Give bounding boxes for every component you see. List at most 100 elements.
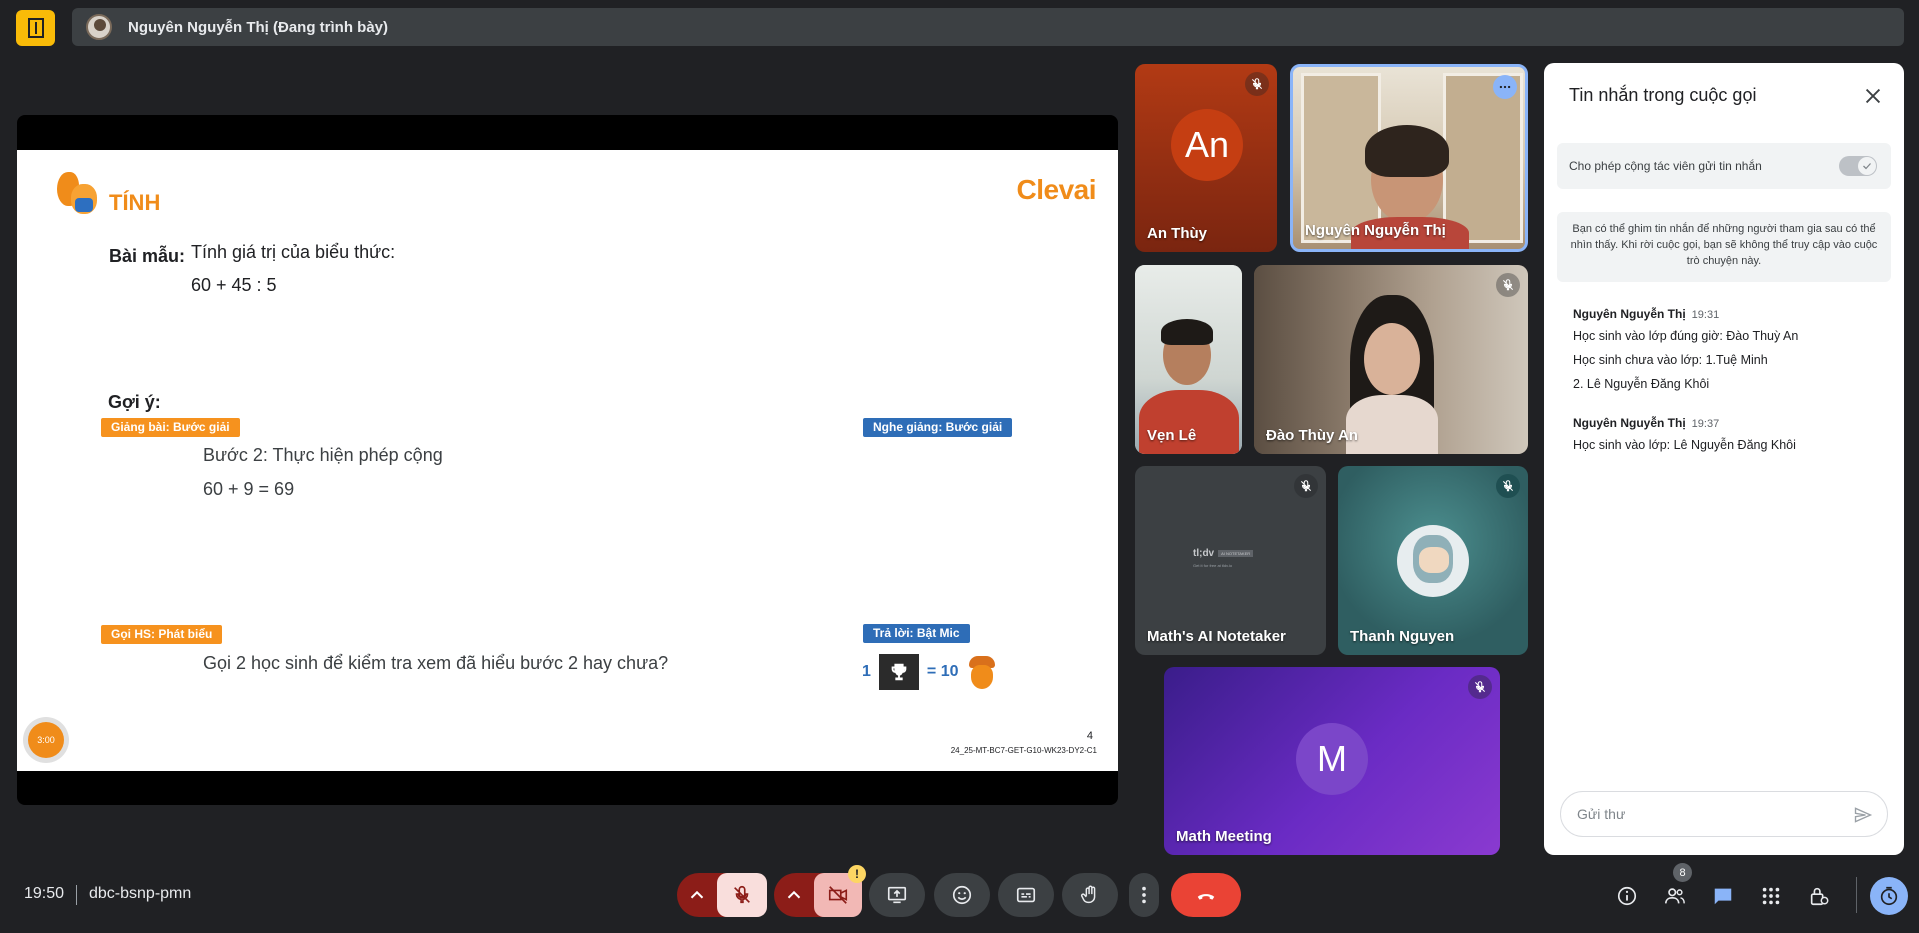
avatar: An <box>1171 109 1243 181</box>
reward-count: 1 <box>862 663 871 680</box>
trophy-icon <box>878 654 919 690</box>
tag-listen: Nghe giảng: Bước giải <box>863 418 1013 437</box>
more-options-icon[interactable] <box>1493 75 1517 99</box>
camera-options-chevron-icon[interactable] <box>774 873 814 917</box>
raise-hand-button[interactable] <box>1062 873 1118 917</box>
participant-tile-thanh-nguyen[interactable]: Thanh Nguyen <box>1338 466 1528 655</box>
check-icon <box>1858 157 1876 175</box>
sample-label: Bài mẫu: <box>109 246 186 266</box>
presenter-name: Nguyên Nguyễn Thị (Đang trình bày) <box>128 18 389 36</box>
message-header: Nguyên Nguyễn Thị 19:31 <box>1573 307 1720 321</box>
sample-text: Tính giá trị của biểu thức: <box>191 242 396 262</box>
close-icon[interactable] <box>1862 85 1884 107</box>
slide-topic: TÍNH <box>109 190 161 215</box>
reactions-button[interactable] <box>934 873 990 917</box>
clevai-logo: Clevai <box>1016 174 1097 205</box>
message-line: Học sinh vào lớp đúng giờ: Đào Thuỳ An <box>1573 329 1799 343</box>
chat-panel: Tin nhắn trong cuộc gọi Cho phép cộng tá… <box>1544 63 1904 855</box>
message-line: Học sinh vào lớp: Lê Nguyễn Đăng Khôi <box>1573 438 1796 452</box>
more-options-button[interactable] <box>1129 873 1159 917</box>
meeting-code: dbc-bsnp-pmn <box>89 885 192 902</box>
clock: 19:50 <box>24 885 65 902</box>
message-line: Học sinh chưa vào lớp: 1.Tuệ Minh <box>1573 353 1768 367</box>
mic-off-icon <box>1468 675 1492 699</box>
timer-icon: 3:00 <box>23 717 69 763</box>
people-count-badge: 8 <box>1673 863 1692 882</box>
slide: TÍNH Clevai Bài mẫu: Tính giá trị của bi… <box>17 150 1118 771</box>
camera-off-icon <box>828 886 848 904</box>
divider <box>1856 877 1857 913</box>
chat-title: Tin nhắn trong cuộc gọi <box>1569 85 1757 105</box>
participant-tile-math-meeting[interactable]: M Math Meeting <box>1164 667 1500 855</box>
squirrel-mascot-icon <box>55 170 103 218</box>
tag-teach: Giảng bài: Bước giải <box>101 418 240 437</box>
message-line: 2. Lê Nguyễn Đăng Khôi <box>1573 377 1710 391</box>
mic-off-icon <box>1294 474 1318 498</box>
participant-name: Đào Thùy An <box>1266 427 1358 444</box>
mic-options-chevron-icon[interactable] <box>677 873 717 917</box>
participant-name: Vẹn Lê <box>1147 427 1197 444</box>
captions-button[interactable] <box>998 873 1054 917</box>
hint-label: Gợi ý: <box>108 392 161 412</box>
participant-tile-an-thuy[interactable]: An An Thùy <box>1135 64 1277 252</box>
allow-messages-label: Cho phép cộng tác viên gửi tin nhắn <box>1569 159 1762 173</box>
participant-name: An Thùy <box>1147 225 1207 242</box>
participant-name: Math Meeting <box>1176 828 1272 845</box>
message-header: Nguyên Nguyễn Thị 19:37 <box>1573 416 1720 430</box>
host-controls-icon[interactable] <box>1806 884 1832 908</box>
mic-group <box>677 873 767 917</box>
leave-call-button[interactable] <box>1171 873 1241 917</box>
mic-off-icon <box>1496 273 1520 297</box>
mic-off-icon <box>734 885 750 904</box>
camera-group: ! <box>774 865 866 917</box>
present-button[interactable] <box>869 873 925 917</box>
tldv-logo: tl;dv AI NOTETAKER <box>1193 548 1254 559</box>
allow-messages-row: Cho phép cộng tác viên gửi tin nhắn <box>1557 143 1891 189</box>
allow-messages-toggle[interactable] <box>1839 156 1877 176</box>
acorn-icon <box>967 654 997 690</box>
present-icon <box>887 886 907 904</box>
sample-expression: 60 + 45 : 5 <box>191 275 277 295</box>
slide-code: 24_25-MT-BC7-GET-G10-WK23-DY2-C1 <box>950 746 1097 755</box>
presenter-avatar <box>86 14 112 40</box>
presenter-bar[interactable]: Nguyên Nguyễn Thị (Đang trình bày) <box>72 8 1904 46</box>
pin-notice: Bạn có thể ghim tin nhắn để những người … <box>1557 212 1891 282</box>
camera-off-button[interactable]: ! <box>814 865 866 917</box>
divider <box>76 885 77 905</box>
tldv-tagline: Get it for free at tldv.io <box>1193 563 1233 568</box>
participant-tile-ai-notetaker[interactable]: tl;dv AI NOTETAKER Get it for free at tl… <box>1135 466 1326 655</box>
meeting-details-icon[interactable] <box>1614 884 1640 908</box>
chat-icon[interactable] <box>1710 884 1736 908</box>
warning-badge: ! <box>848 865 866 883</box>
tag-call-student: Gọi HS: Phát biểu <box>101 625 223 644</box>
participant-tile-nguyen-nguyen-thi[interactable]: Nguyên Nguyễn Thị <box>1290 64 1528 252</box>
avatar <box>1397 525 1469 597</box>
send-icon[interactable] <box>1853 805 1873 825</box>
captions-icon <box>1016 887 1036 903</box>
mic-off-icon <box>1245 72 1269 96</box>
slide-page-number: 4 <box>1086 730 1093 742</box>
step-expression: 60 + 9 = 69 <box>203 479 295 499</box>
mic-off-button[interactable] <box>717 873 767 917</box>
emoji-icon <box>952 885 972 905</box>
end-call-icon <box>1197 894 1215 900</box>
presentation-area: TÍNH Clevai Bài mẫu: Tính giá trị của bi… <box>17 115 1118 805</box>
step-text: Bước 2: Thực hiện phép cộng <box>203 445 443 465</box>
chat-input[interactable]: Gửi thư <box>1560 791 1888 837</box>
reward-value: = 10 <box>926 663 959 680</box>
slide-brand-left: TÍNH <box>55 170 160 218</box>
mic-off-icon <box>1496 474 1520 498</box>
timer-value: 3:00 <box>28 722 64 758</box>
door-icon <box>27 18 44 38</box>
participant-tile-dao-thuy-an[interactable]: Đào Thùy An <box>1254 265 1528 454</box>
activities-icon[interactable] <box>1758 884 1784 908</box>
avatar: M <box>1296 723 1368 795</box>
people-icon[interactable]: 8 <box>1662 863 1692 908</box>
participant-tile-ven-le[interactable]: Vẹn Lê <box>1135 265 1242 454</box>
timer-tool-button[interactable] <box>1870 877 1908 915</box>
chat-input-placeholder: Gửi thư <box>1577 806 1626 822</box>
clock-icon <box>1880 886 1898 906</box>
meet-logo-icon[interactable] <box>16 10 55 46</box>
call-text: Gọi 2 học sinh để kiểm tra xem đã hiểu b… <box>203 653 669 673</box>
participant-name: Nguyên Nguyễn Thị <box>1305 222 1446 239</box>
